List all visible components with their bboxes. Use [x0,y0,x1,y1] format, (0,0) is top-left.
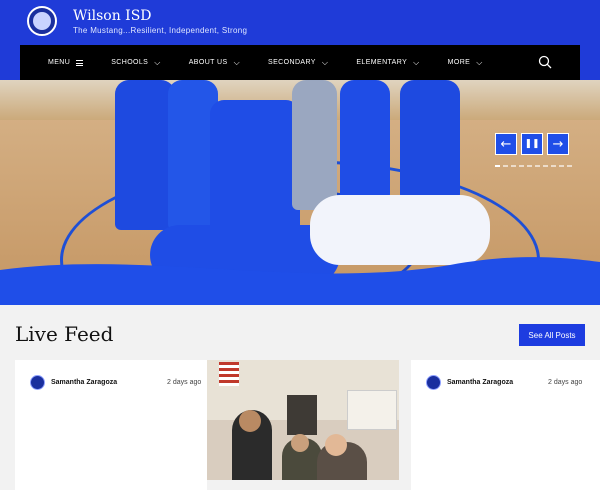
hero-wave-decoration [0,257,600,305]
slide-dot[interactable] [567,165,572,167]
nav-menu-label: MENU [48,59,71,66]
pause-icon[interactable]: ❚❚ [521,133,543,155]
nav-menu[interactable]: MENU [48,59,84,66]
slide-dot[interactable] [559,165,564,167]
chevron-down-icon: ⌵ [233,57,241,67]
flag-image [219,362,239,386]
nav-more[interactable]: MORE ⌵ [448,58,483,68]
slide-indicators [495,165,572,167]
nav-secondary[interactable]: SECONDARY ⌵ [268,58,328,68]
slide-dot[interactable] [503,165,508,167]
slide-dot[interactable] [527,165,532,167]
nav-schools-label: SCHOOLS [111,59,149,66]
chevron-down-icon: ⌵ [413,57,420,67]
site-title[interactable]: Wilson ISD [73,8,152,24]
avatar [30,375,45,390]
search-icon[interactable] [538,55,552,69]
chevron-down-icon: ⌵ [476,57,483,67]
hamburger-icon [76,59,84,66]
post-timestamp: 2 days ago [548,379,583,386]
arrow-left-icon[interactable]: ← [495,133,517,155]
live-feed-heading: Live Feed [15,322,114,346]
nav-secondary-label: SECONDARY [268,59,316,66]
chevron-down-icon: ⌵ [321,57,329,67]
slide-dot[interactable] [543,165,548,167]
nav-more-label: MORE [447,59,471,66]
arrow-right-icon[interactable]: → [547,133,569,155]
slide-dot[interactable] [551,165,556,167]
nav-schools[interactable]: SCHOOLS ⌵ [111,58,161,68]
district-logo[interactable] [27,6,57,36]
chevron-down-icon: ⌵ [154,57,161,67]
nav-about-us-label: ABOUT US [188,59,228,66]
nav-elementary[interactable]: ELEMENTARY ⌵ [356,58,419,68]
hero-banner: Wilson ISD The Mustang...Resilient, Inde… [0,0,600,305]
site-header: Wilson ISD The Mustang...Resilient, Inde… [0,0,600,46]
slide-dot[interactable] [511,165,516,167]
post-timestamp: 2 days ago [167,379,202,386]
slide-dot[interactable] [495,165,500,167]
nav-about-us[interactable]: ABOUT US ⌵ [189,58,240,68]
nav-elementary-label: ELEMENTARY [356,59,408,66]
slide-dot[interactable] [535,165,540,167]
site-tagline: The Mustang...Resilient, Independent, St… [73,26,248,35]
feed-post-photo[interactable] [207,360,399,480]
slide-dot[interactable] [519,165,524,167]
avatar [426,375,441,390]
see-all-posts-button[interactable]: See All Posts [519,324,585,346]
post-author[interactable]: Samantha Zaragoza [51,379,117,386]
feed-post-card[interactable]: Samantha Zaragoza 2 days ago [15,360,207,490]
main-navigation: MENU SCHOOLS ⌵ ABOUT US ⌵ SECONDARY ⌵ EL… [20,45,580,80]
feed-post-card[interactable]: Samantha Zaragoza 2 days ago [411,360,600,490]
post-author[interactable]: Samantha Zaragoza [447,379,513,386]
